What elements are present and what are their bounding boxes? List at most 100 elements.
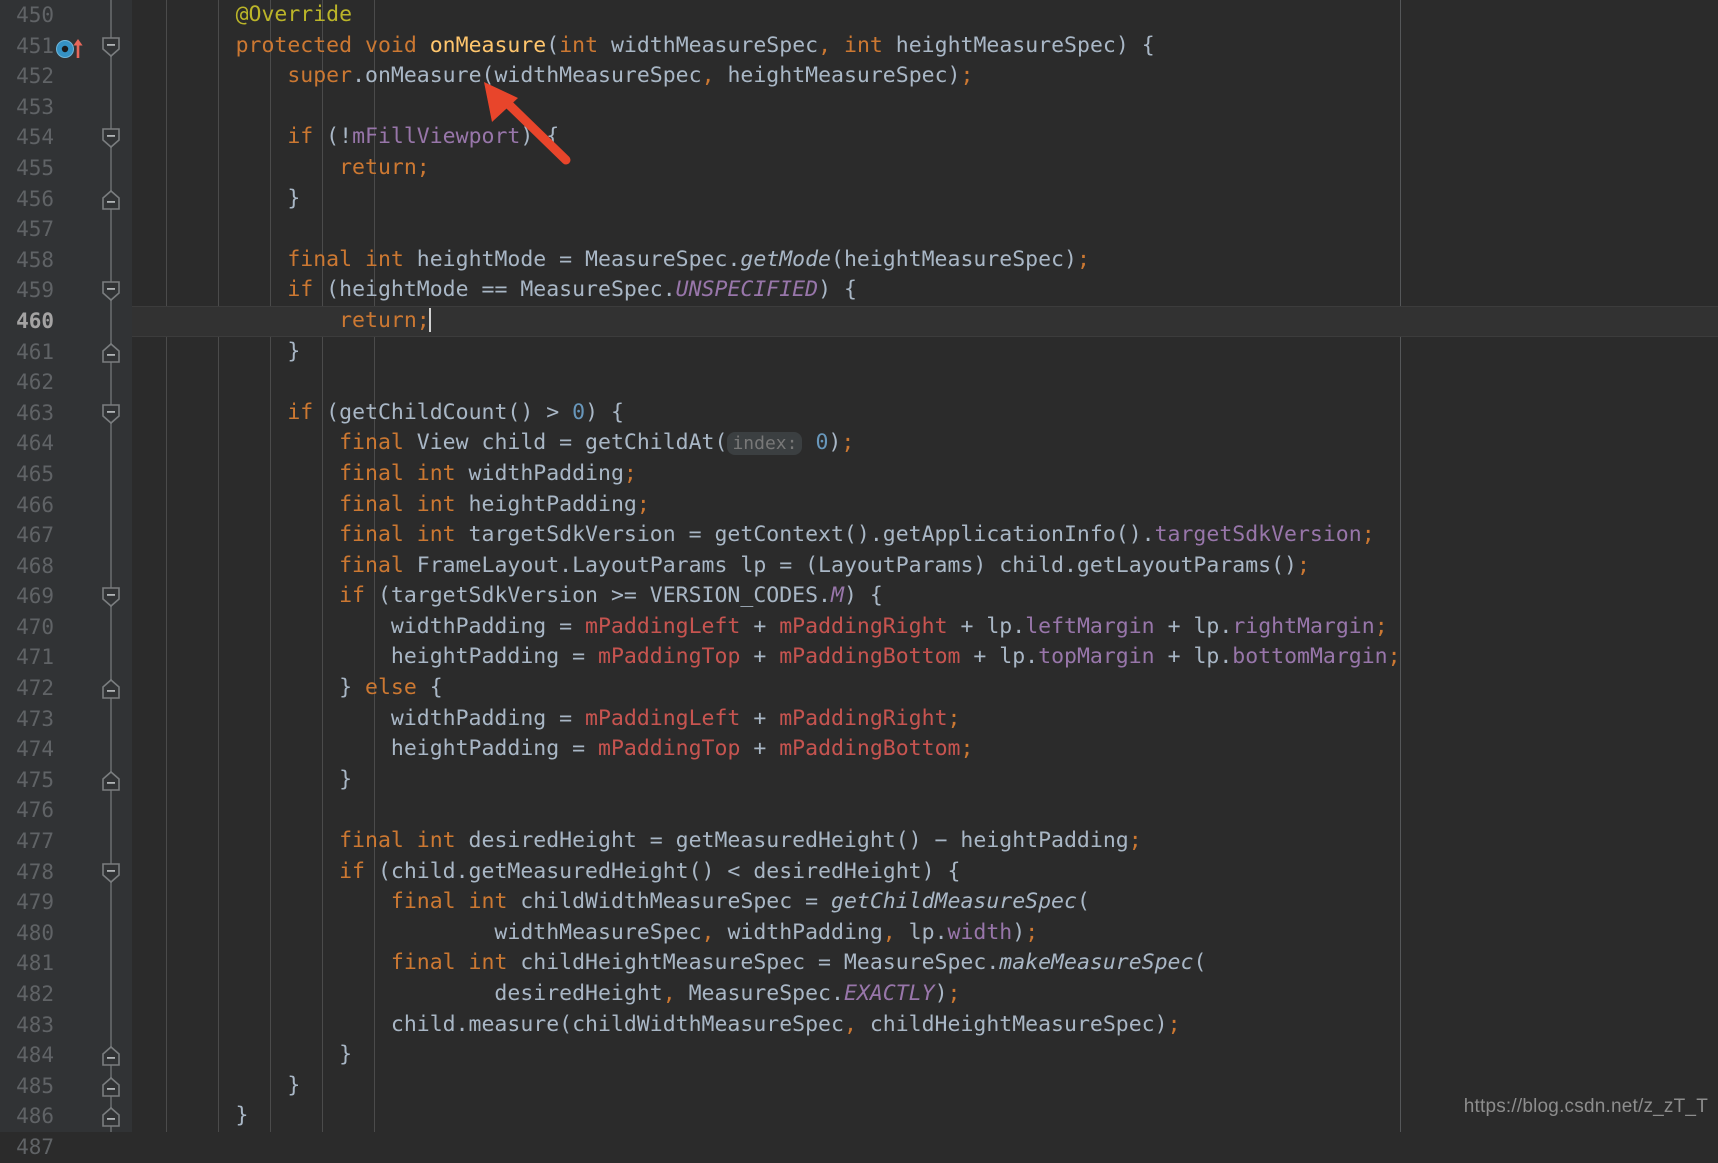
- code-line[interactable]: [132, 795, 1718, 826]
- code-line[interactable]: @Override: [132, 0, 1718, 31]
- gutter-line[interactable]: 480: [0, 918, 132, 949]
- code-line[interactable]: if (getChildCount() > 0) {: [132, 398, 1718, 429]
- line-number: 464: [16, 431, 54, 456]
- fold-start-icon[interactable]: [101, 36, 121, 57]
- gutter-line[interactable]: 470: [0, 612, 132, 643]
- gutter-line[interactable]: 476: [0, 795, 132, 826]
- gutter-line[interactable]: 468: [0, 551, 132, 582]
- fold-start-icon[interactable]: [101, 280, 121, 302]
- gutter-line[interactable]: 469: [0, 581, 132, 612]
- gutter-line[interactable]: 455: [0, 153, 132, 184]
- code-line[interactable]: widthPadding = mPaddingLeft + mPaddingRi…: [132, 612, 1718, 643]
- line-number: 469: [16, 584, 54, 609]
- fold-end-icon[interactable]: [101, 1106, 121, 1128]
- gutter-line[interactable]: 450: [0, 0, 132, 31]
- gutter-line[interactable]: 484: [0, 1040, 132, 1071]
- code-editor[interactable]: 450 451 452 453 454 455 456 457 458 459 460 461 462 4…: [0, 0, 1718, 1159]
- gutter-line[interactable]: 482: [0, 979, 132, 1010]
- code-line[interactable]: final int targetSdkVersion = getContext(…: [132, 520, 1718, 551]
- code-line[interactable]: desiredHeight, MeasureSpec.EXACTLY);: [132, 979, 1718, 1010]
- gutter-line[interactable]: 467: [0, 520, 132, 551]
- code-line[interactable]: [132, 214, 1718, 245]
- gutter-line[interactable]: 461: [0, 337, 132, 368]
- gutter-line[interactable]: 459: [0, 275, 132, 306]
- code-line[interactable]: }: [132, 765, 1718, 796]
- gutter-line[interactable]: 460: [0, 306, 132, 337]
- code-line[interactable]: } else {: [132, 673, 1718, 704]
- line-number: 452: [16, 64, 54, 89]
- gutter-line[interactable]: 479: [0, 887, 132, 918]
- gutter-line[interactable]: 462: [0, 367, 132, 398]
- gutter-line[interactable]: 485: [0, 1071, 132, 1102]
- code-content-area[interactable]: @Override protected void onMeasure(int w…: [132, 0, 1718, 1132]
- gutter-line[interactable]: 453: [0, 92, 132, 123]
- code-line[interactable]: child.measure(childWidthMeasureSpec, chi…: [132, 1010, 1718, 1041]
- code-line[interactable]: }: [132, 1040, 1718, 1071]
- overriding-method-icon[interactable]: [56, 36, 83, 58]
- code-line[interactable]: if (!mFillViewport) {: [132, 122, 1718, 153]
- source-code-text[interactable]: @Override protected void onMeasure(int w…: [132, 0, 1718, 1163]
- gutter-line[interactable]: 477: [0, 826, 132, 857]
- code-line[interactable]: protected void onMeasure(int widthMeasur…: [132, 31, 1718, 62]
- fold-start-icon[interactable]: [101, 127, 121, 149]
- fold-end-icon[interactable]: [101, 342, 121, 363]
- gutter-line[interactable]: 475: [0, 765, 132, 796]
- gutter-line[interactable]: 474: [0, 734, 132, 765]
- line-number: 473: [16, 706, 54, 731]
- gutter-line[interactable]: 454: [0, 122, 132, 153]
- code-line[interactable]: return;: [132, 153, 1718, 184]
- gutter-line[interactable]: 457: [0, 214, 132, 245]
- gutter-line[interactable]: 464: [0, 428, 132, 459]
- code-line[interactable]: [132, 1132, 1718, 1163]
- code-line[interactable]: if (child.getMeasuredHeight() < desiredH…: [132, 857, 1718, 888]
- code-line[interactable]: heightPadding = mPaddingTop + mPaddingBo…: [132, 734, 1718, 765]
- fold-start-icon[interactable]: [101, 586, 121, 608]
- gutter-line[interactable]: 486: [0, 1101, 132, 1132]
- line-number: 456: [16, 186, 54, 211]
- fold-end-icon[interactable]: [101, 678, 121, 699]
- gutter-line[interactable]: 483: [0, 1010, 132, 1041]
- gutter-line[interactable]: 478: [0, 857, 132, 888]
- fold-start-icon[interactable]: [101, 862, 121, 883]
- fold-end-icon[interactable]: [101, 770, 121, 791]
- line-number: 479: [16, 890, 54, 915]
- gutter-line[interactable]: 452: [0, 61, 132, 92]
- editor-gutter[interactable]: 450 451 452 453 454 455 456 457 458 459 460 461 462 4…: [0, 0, 132, 1159]
- code-line[interactable]: if (heightMode == MeasureSpec.UNSPECIFIE…: [132, 275, 1718, 306]
- gutter-line[interactable]: 481: [0, 948, 132, 979]
- code-line[interactable]: widthMeasureSpec, widthPadding, lp.width…: [132, 918, 1718, 949]
- line-number: 471: [16, 645, 54, 670]
- code-line[interactable]: final int desiredHeight = getMeasuredHei…: [132, 826, 1718, 857]
- code-line[interactable]: [132, 367, 1718, 398]
- code-line[interactable]: final View child = getChildAt(index: 0);: [132, 428, 1718, 459]
- gutter-line[interactable]: 466: [0, 490, 132, 521]
- gutter-line[interactable]: 472: [0, 673, 132, 704]
- code-line[interactable]: final int widthPadding;: [132, 459, 1718, 490]
- code-line[interactable]: super.onMeasure(widthMeasureSpec, height…: [132, 61, 1718, 92]
- code-line[interactable]: final int heightMode = MeasureSpec.getMo…: [132, 245, 1718, 276]
- code-line[interactable]: [132, 92, 1718, 123]
- code-line[interactable]: heightPadding = mPaddingTop + mPaddingBo…: [132, 642, 1718, 673]
- code-line[interactable]: final FrameLayout.LayoutParams lp = (Lay…: [132, 551, 1718, 582]
- gutter-line[interactable]: 456: [0, 184, 132, 215]
- gutter-line[interactable]: 487: [0, 1132, 132, 1163]
- code-line[interactable]: return;: [132, 306, 1718, 337]
- code-line[interactable]: }: [132, 337, 1718, 368]
- code-line[interactable]: widthPadding = mPaddingLeft + mPaddingRi…: [132, 704, 1718, 735]
- line-number: 468: [16, 553, 54, 578]
- fold-end-icon[interactable]: [101, 1045, 121, 1066]
- code-line[interactable]: if (targetSdkVersion >= VERSION_CODES.M)…: [132, 581, 1718, 612]
- fold-start-icon[interactable]: [101, 403, 121, 424]
- gutter-line[interactable]: 465: [0, 459, 132, 490]
- gutter-line[interactable]: 463: [0, 398, 132, 429]
- code-line[interactable]: final int childHeightMeasureSpec = Measu…: [132, 948, 1718, 979]
- gutter-line[interactable]: 471: [0, 642, 132, 673]
- gutter-line[interactable]: 458: [0, 245, 132, 276]
- code-line[interactable]: final int heightPadding;: [132, 490, 1718, 521]
- gutter-line[interactable]: 473: [0, 704, 132, 735]
- code-line[interactable]: final int childWidthMeasureSpec = getChi…: [132, 887, 1718, 918]
- fold-end-icon[interactable]: [101, 189, 121, 210]
- watermark-text: https://blog.csdn.net/z_zT_T: [1463, 1096, 1708, 1117]
- code-line[interactable]: }: [132, 184, 1718, 215]
- fold-end-icon[interactable]: [101, 1076, 121, 1097]
